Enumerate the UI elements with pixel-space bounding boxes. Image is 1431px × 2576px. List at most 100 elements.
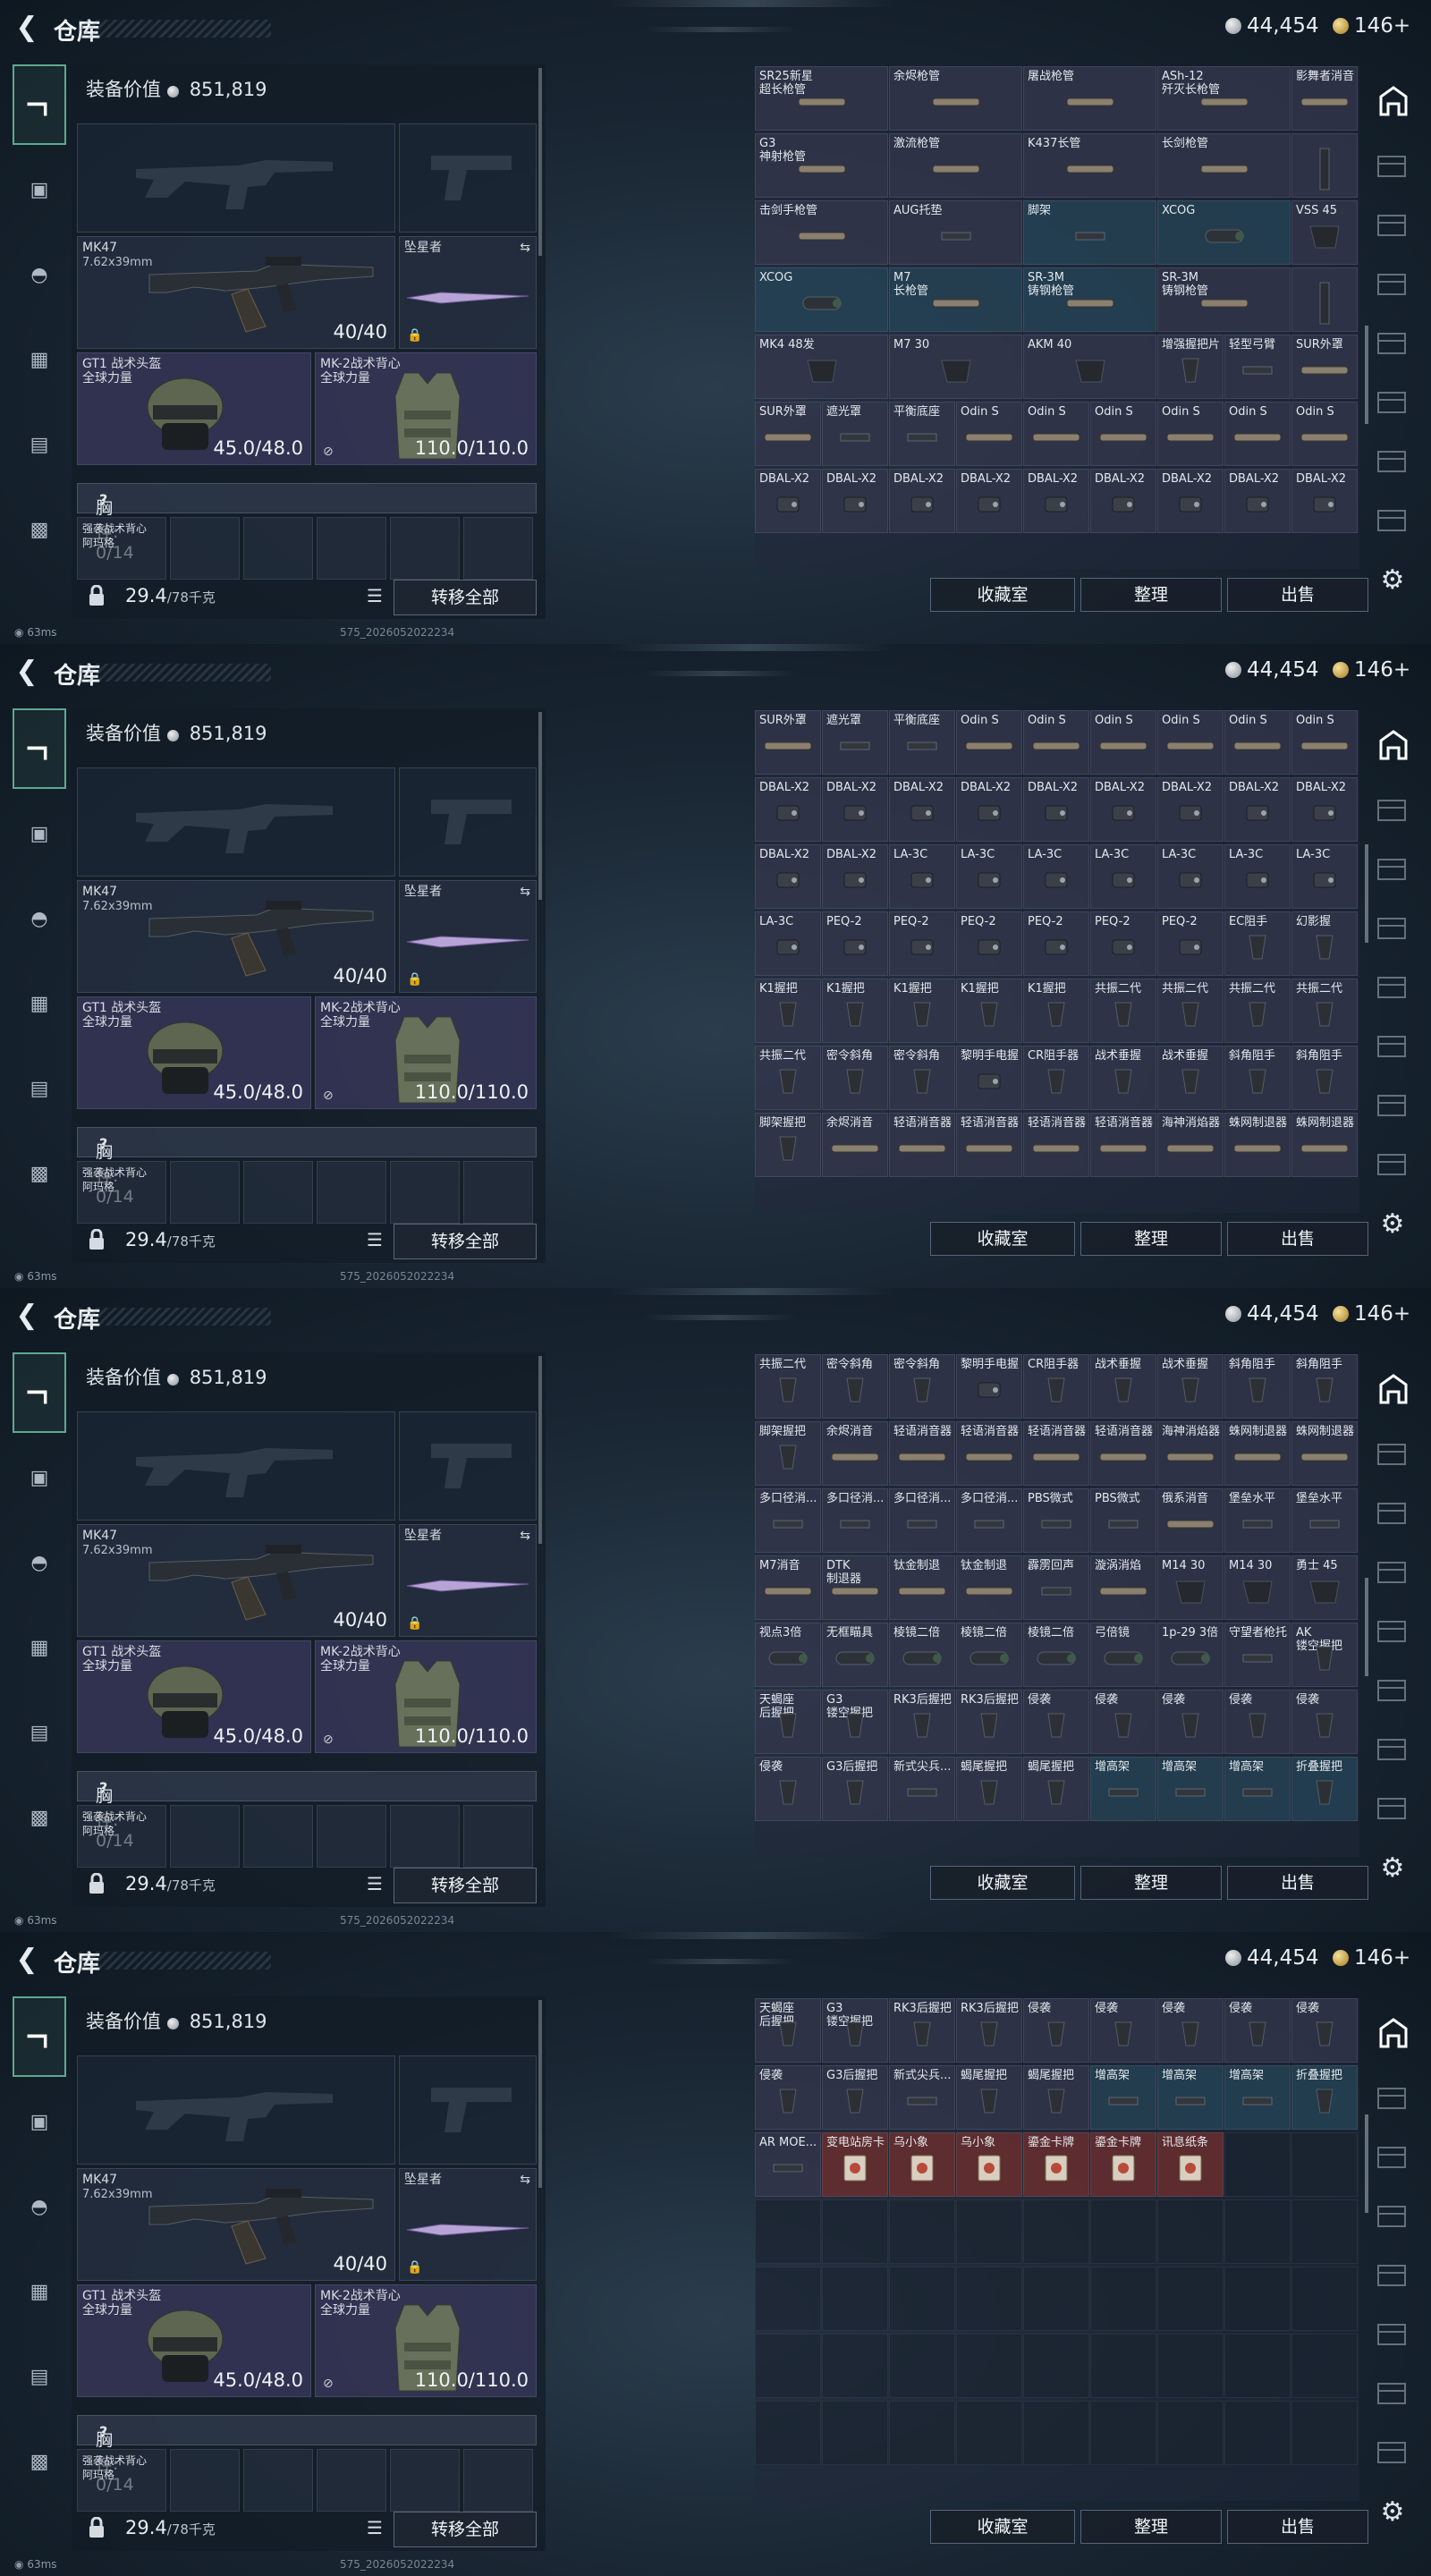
inventory-cell[interactable]: M14 30 — [1157, 1555, 1224, 1620]
empty-cell[interactable] — [822, 2199, 888, 2264]
inventory-cell[interactable]: 鎏金卡牌 — [1090, 2132, 1156, 2197]
inventory-cell[interactable]: 战术垂握 — [1090, 1046, 1156, 1110]
back-button[interactable]: ❮ — [13, 1946, 41, 1975]
tab-armor[interactable]: ▣ — [13, 793, 66, 874]
list-view-icon[interactable]: ☰ — [363, 1229, 386, 1252]
inventory-cell[interactable]: 轻语消音器 — [889, 1113, 955, 1177]
empty-cell[interactable] — [1291, 2199, 1358, 2264]
storage-tab-icon[interactable] — [1376, 855, 1411, 887]
inventory-cell[interactable]: 轻语消音器 — [1090, 1421, 1156, 1486]
inventory-cell[interactable]: 蛛网制退器 — [1291, 1421, 1358, 1486]
chest-rig-bar[interactable]: 胸挂: 0/14 ? — [77, 483, 537, 563]
warehouse-scrollbar[interactable] — [1365, 2114, 1368, 2213]
inventory-cell[interactable]: 轻型弓臂 — [1224, 335, 1291, 399]
chest-rig-item[interactable]: 强袭战术背心 阿玛格 — [77, 517, 166, 580]
inventory-cell[interactable]: LA-3C — [956, 844, 1022, 909]
inventory-cell[interactable]: MK4 48发 — [755, 335, 888, 399]
inventory-cell[interactable]: ASh-12 歼灭长枪管 — [1157, 66, 1291, 131]
equipment-scrollbar[interactable] — [538, 1356, 542, 1544]
inventory-cell[interactable]: LA-3C — [755, 911, 821, 976]
inventory-cell[interactable]: DBAL-X2 — [755, 777, 821, 842]
inventory-cell[interactable]: 余烬枪管 — [889, 66, 1022, 131]
empty-cell[interactable] — [1090, 2401, 1156, 2465]
empty-cell[interactable] — [956, 2401, 1022, 2465]
home-vault-icon[interactable] — [1376, 728, 1411, 760]
inventory-cell[interactable]: 幻影握 — [1291, 911, 1358, 976]
inventory-cell[interactable]: PEQ-2 — [1157, 911, 1224, 976]
inventory-cell[interactable]: 轻语消音器 — [956, 1421, 1022, 1486]
storage-tab-icon[interactable] — [1376, 2143, 1411, 2175]
inventory-cell[interactable]: K1握把 — [889, 979, 955, 1043]
helmet-slot[interactable]: GT1 战术头盔 全球力量 45.0/48.0 — [77, 2284, 311, 2397]
collection-room-button[interactable]: 收藏室 — [930, 1866, 1075, 1900]
inventory-cell[interactable]: DBAL-X2 — [1157, 777, 1224, 842]
gear-icon[interactable]: ⚙ — [1377, 1853, 1408, 1884]
equipment-scrollbar[interactable] — [538, 712, 542, 900]
inventory-cell[interactable]: PEQ-2 — [889, 911, 955, 976]
inventory-cell[interactable]: EC阻手 — [1224, 911, 1291, 976]
inventory-cell[interactable]: DBAL-X2 — [1291, 469, 1358, 533]
inventory-cell[interactable]: Odin S — [956, 710, 1022, 775]
sell-button[interactable]: 出售 — [1227, 2510, 1368, 2544]
primary-weapon-slot[interactable]: MK47 7.62x39mm 40/40 — [77, 236, 395, 349]
inventory-cell[interactable]: 脚架 — [1023, 200, 1156, 265]
inventory-cell[interactable]: 轻语消音器 — [889, 1421, 955, 1486]
inventory-cell[interactable]: 平衡底座 — [889, 402, 955, 466]
swap-icon[interactable]: ⇆ — [520, 2173, 530, 2187]
inventory-cell[interactable]: 密令斜角 — [889, 1354, 955, 1419]
inventory-cell[interactable]: PEQ-2 — [1023, 911, 1089, 976]
empty-cell[interactable] — [822, 2334, 888, 2398]
inventory-cell[interactable]: 共振二代 — [1291, 979, 1358, 1043]
inventory-cell[interactable]: 共振二代 — [755, 1354, 821, 1419]
inventory-cell[interactable]: Odin S — [1090, 710, 1156, 775]
inventory-cell[interactable]: DBAL-X2 — [956, 469, 1022, 533]
tab-backpack[interactable]: ▦ — [13, 2251, 66, 2332]
storage-tab-icon[interactable] — [1376, 1032, 1411, 1064]
tab-helmet[interactable]: ◓ — [13, 234, 66, 315]
empty-cell[interactable] — [1224, 2267, 1291, 2331]
tab-chest-rig[interactable]: ▤ — [13, 1692, 66, 1773]
collection-room-button[interactable]: 收藏室 — [930, 578, 1075, 612]
gear-icon[interactable]: ⚙ — [1377, 565, 1408, 596]
warehouse-scrollbar[interactable] — [1365, 844, 1368, 943]
inventory-cell[interactable]: 折叠握把 — [1291, 2065, 1358, 2130]
inventory-cell[interactable]: 斜角阻手 — [1291, 1046, 1358, 1110]
inventory-cell[interactable]: 长剑枪管 — [1157, 133, 1291, 198]
empty-cell[interactable] — [889, 2267, 955, 2331]
inventory-cell[interactable]: 侵袭 — [1291, 1998, 1358, 2063]
tab-weapon[interactable]: ━┓ — [13, 1352, 66, 1433]
inventory-cell[interactable]: SUR外罩 — [755, 710, 821, 775]
armor-slot[interactable]: MK-2战术背心 全球力量 ⊘ 110.0/110.0 — [315, 352, 537, 465]
chest-rig-item[interactable]: 强袭战术背心 阿玛格 — [77, 1161, 166, 1224]
inventory-cell[interactable]: 变电站房卡 — [822, 2132, 888, 2197]
inventory-cell[interactable]: 增高架 — [1157, 2065, 1224, 2130]
inventory-cell[interactable]: 折叠握把 — [1291, 1757, 1358, 1821]
inventory-cell[interactable]: 增强握把片 — [1157, 335, 1224, 399]
back-button[interactable]: ❮ — [13, 1302, 41, 1331]
list-view-icon[interactable]: ☰ — [363, 2517, 386, 2540]
storage-tab-icon[interactable] — [1376, 2261, 1411, 2293]
inventory-cell[interactable]: 蝎尾握把 — [1023, 2065, 1089, 2130]
inventory-cell[interactable]: 增高架 — [1157, 1757, 1224, 1821]
inventory-cell[interactable]: G3 镂空握把 — [822, 1998, 888, 2063]
inventory-cell[interactable]: 棱镜二倍 — [956, 1623, 1022, 1687]
storage-tab-icon[interactable] — [1376, 211, 1411, 243]
inventory-cell[interactable]: 视点3倍 — [755, 1623, 821, 1687]
melee-slot[interactable]: 坠星者 ⇆ 🔒 — [399, 880, 537, 993]
sidearm-slot[interactable] — [399, 123, 537, 233]
chest-rig-slot[interactable] — [317, 1805, 386, 1868]
chest-rig-bar[interactable]: 胸挂: 0/14 ? — [77, 2415, 537, 2495]
helmet-slot[interactable]: GT1 战术头盔 全球力量 45.0/48.0 — [77, 996, 311, 1109]
inventory-cell[interactable]: SR-3M 铸钢枪管 — [1157, 267, 1291, 332]
tab-weapon[interactable]: ━┓ — [13, 708, 66, 789]
storage-tab-icon[interactable] — [1376, 1499, 1411, 1531]
inventory-cell[interactable]: Odin S — [1224, 710, 1291, 775]
sort-button[interactable]: 整理 — [1080, 2510, 1222, 2544]
empty-cell[interactable] — [1023, 2334, 1089, 2398]
inventory-cell[interactable]: 增高架 — [1224, 2065, 1291, 2130]
transfer-all-button[interactable]: 转移全部 — [394, 2512, 537, 2547]
inventory-cell[interactable]: RK3后握把 — [956, 1998, 1022, 2063]
inventory-cell[interactable]: K1握把 — [755, 979, 821, 1043]
inventory-cell[interactable]: 轻语消音器 — [1090, 1113, 1156, 1177]
chest-rig-slot[interactable] — [243, 1805, 313, 1868]
